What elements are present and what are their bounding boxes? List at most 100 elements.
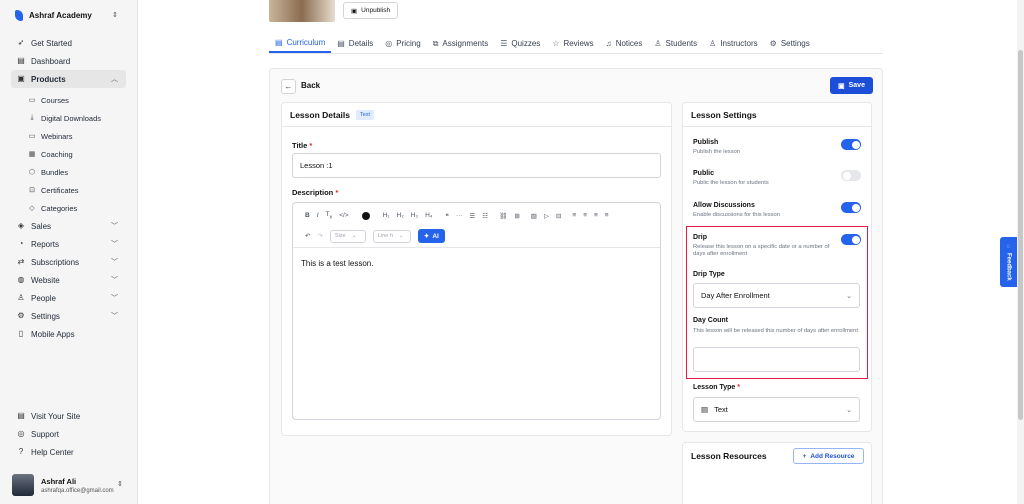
details-icon: ▤ [337, 39, 345, 48]
sidebar-item-dashboard[interactable]: ▤ Dashboard [0, 52, 138, 70]
reports-icon: ◔ [18, 239, 24, 248]
tab-details[interactable]: ▤ Details [331, 34, 379, 53]
tab-pricing[interactable]: ◎ Pricing [379, 34, 426, 53]
heading-4-icon[interactable]: H₄ [425, 212, 432, 219]
tab-quizzes[interactable]: ☰ Quizzes [494, 34, 546, 53]
heading-1-icon[interactable]: H₁ [383, 212, 390, 219]
user-menu[interactable]: Ashraf Ali ashrafqa.office@gmail.com [12, 474, 114, 496]
sidebar-item-website[interactable]: ◍ Website ﹀ [0, 271, 138, 289]
sidebar-item-help-center[interactable]: ? Help Center [0, 443, 138, 461]
font-size-placeholder: Size [334, 233, 346, 239]
sidebar-item-reports[interactable]: ◔ Reports ﹀ [0, 235, 138, 253]
brand[interactable]: Ashraf Academy [15, 10, 92, 21]
tab-settings[interactable]: ⚙ Settings [764, 34, 816, 53]
ai-button[interactable]: ✦ AI [417, 229, 445, 243]
bullet-list-icon[interactable]: ☰ [469, 212, 475, 220]
sidebar-item-label: Subscriptions [31, 257, 80, 267]
public-setting: Public Public the lesson for students [693, 170, 861, 187]
unpublish-button[interactable]: ▣ Unpublish [343, 2, 399, 19]
brand-name: Ashraf Academy [29, 11, 92, 20]
settings-icon: ⚙ [769, 39, 777, 48]
bold-icon[interactable]: B [305, 212, 310, 219]
code-icon[interactable]: </> [339, 212, 348, 219]
embed-icon[interactable]: ⊞ [514, 212, 519, 220]
editor-content[interactable]: This is a test lesson. [293, 248, 660, 279]
link-icon[interactable]: ⛓ [499, 212, 507, 220]
unpublish-icon: ▣ [351, 7, 358, 15]
tab-students[interactable]: ♙ Students [648, 34, 703, 53]
avatar [12, 474, 34, 496]
line-height-select[interactable]: Line h ⌄ [372, 229, 411, 243]
tab-curriculum[interactable]: ▤ Curriculum [269, 34, 332, 53]
sidebar-item-label: Sales [31, 221, 52, 231]
sidebar-subitem-categories[interactable]: ◇ Categories [0, 199, 138, 217]
sidebar-item-mobile-apps[interactable]: ▯ Mobile Apps [0, 325, 138, 343]
title-input[interactable]: Lesson :1 [292, 153, 661, 178]
discussions-toggle[interactable] [841, 202, 861, 213]
user-menu-toggle-icon[interactable]: ⇕ [117, 480, 123, 488]
sidebar-item-sales[interactable]: ◈ Sales ﹀ [0, 217, 138, 235]
bundle-icon: ⬡ [28, 169, 36, 176]
scrollbar-thumb[interactable] [1018, 50, 1023, 420]
video-icon[interactable]: ▷ [544, 212, 549, 220]
description-label-text: Description [292, 188, 334, 197]
heading-3-icon[interactable]: H₃ [411, 212, 418, 219]
sidebar-item-label: Visit Your Site [31, 411, 81, 421]
table-icon[interactable]: ⊟ [556, 212, 561, 220]
back-label[interactable]: Back [301, 81, 320, 90]
sidebar-subitem-bundles[interactable]: ⬡ Bundles [0, 163, 138, 181]
sidebar-item-get-started[interactable]: ➶ Get Started [0, 34, 138, 52]
blockquote-icon[interactable]: ❝ [445, 212, 449, 220]
sidebar-subitem-coaching[interactable]: ▦ Coaching [0, 145, 138, 163]
feedback-tab[interactable]: ◌ Feedback [1000, 237, 1017, 287]
sidebar-subitem-label: Webinars [41, 131, 73, 141]
sidebar-item-visit-site[interactable]: ▤ Visit Your Site [0, 407, 138, 425]
drip-highlight-box [686, 226, 868, 379]
sidebar-subitem-webinars[interactable]: ▭ Webinars [0, 127, 138, 145]
align-center-icon[interactable]: ≡ [583, 212, 587, 219]
add-resource-button[interactable]: + Add Resource [793, 448, 864, 464]
save-button[interactable]: ▣ Save [830, 77, 873, 94]
feedback-icon: ◌ [1005, 243, 1012, 250]
heading-2-icon[interactable]: H₂ [397, 212, 404, 219]
italic-icon[interactable]: I [317, 212, 319, 219]
align-justify-icon[interactable]: ≡ [605, 212, 609, 219]
publish-toggle[interactable] [841, 139, 861, 150]
rich-text-editor[interactable]: B I Tx </> H₁ H₂ H₃ H₄ ❝ ··· ☰ ☷ ⛓ ⊞ ▨ ▷… [292, 202, 661, 420]
unpublish-label: Unpublish [361, 7, 391, 14]
undo-icon[interactable]: ↶ [305, 232, 310, 240]
sidebar-item-people[interactable]: ♙ People ﹀ [0, 289, 138, 307]
tab-reviews[interactable]: ☆ Reviews [546, 34, 599, 53]
more-icon[interactable]: ··· [456, 212, 463, 219]
switch-academy-icon[interactable]: ⇕ [112, 11, 118, 19]
rocket-icon: ➶ [17, 38, 25, 47]
chevron-down-icon: ﹀ [111, 295, 118, 302]
ordered-list-icon[interactable]: ☷ [482, 212, 488, 220]
font-size-select[interactable]: Size ⌄ [329, 229, 366, 243]
sidebar-item-products[interactable]: ▣ Products ︿ [11, 70, 126, 88]
back-button[interactable]: ← [281, 79, 296, 94]
text-color-icon[interactable] [361, 211, 370, 220]
lesson-type-select[interactable]: ▤ Text ⌄ [693, 397, 860, 422]
sidebar-subitem-digital-downloads[interactable]: ⤓ Digital Downloads [0, 109, 138, 127]
sidebar-item-settings[interactable]: ⚙ Settings ﹀ [0, 307, 138, 325]
sidebar-subitem-certificates[interactable]: ⊡ Certificates [0, 181, 138, 199]
redo-icon[interactable]: ↷ [317, 232, 322, 240]
sidebar-subitem-courses[interactable]: ▭ Courses [0, 91, 138, 109]
sidebar-item-subscriptions[interactable]: ⇄ Subscriptions ﹀ [0, 253, 138, 271]
clear-format-icon[interactable]: Tx [326, 211, 333, 220]
tab-notices[interactable]: ♫ Notices [600, 34, 649, 53]
tab-instructors[interactable]: ♙ Instructors [703, 34, 764, 53]
page-scrollbar[interactable] [1017, 0, 1024, 504]
image-icon[interactable]: ▨ [531, 212, 537, 220]
sidebar-subitem-label: Courses [41, 95, 69, 105]
curriculum-icon: ▤ [275, 38, 283, 47]
sidebar-item-support[interactable]: ◎ Support [0, 425, 138, 443]
chevron-down-icon: ﹀ [111, 259, 118, 266]
user-email: ashrafqa.office@gmail.com [41, 487, 114, 494]
external-icon: ▤ [17, 411, 25, 420]
tab-assignments[interactable]: ⧉ Assignments [427, 34, 495, 53]
public-toggle[interactable] [841, 170, 861, 181]
align-left-icon[interactable]: ≡ [572, 212, 576, 219]
align-right-icon[interactable]: ≡ [594, 212, 598, 219]
